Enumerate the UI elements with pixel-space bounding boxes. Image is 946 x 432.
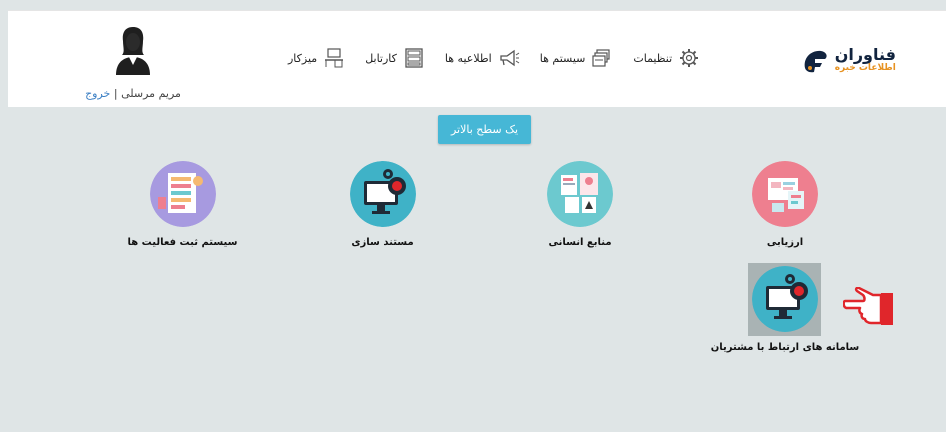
- user-name: مریم مرسلی: [121, 87, 181, 100]
- nav-announcements-label: اطلاعیه ها: [444, 51, 492, 65]
- tile-customer-relations-label: سامانه های ارتباط با مشتریان: [710, 342, 860, 353]
- tile-evaluation-label: ارزیابی: [766, 237, 804, 248]
- user-separator: |: [113, 87, 118, 100]
- customer-relations-icon: [752, 266, 818, 332]
- top-header: فناوران اطلاعات خبره تنظیمات سیستم ها اط…: [8, 10, 946, 108]
- logo-mark-icon: [804, 50, 827, 72]
- nav-systems[interactable]: سیستم ها: [540, 47, 614, 69]
- nav-announcements[interactable]: اطلاعیه ها: [445, 47, 520, 69]
- tile-customer-relations[interactable]: سامانه های ارتباط با مشتریان: [705, 266, 865, 353]
- nav-cartable[interactable]: کارتابل: [365, 47, 425, 69]
- main-nav: تنظیمات سیستم ها اطلاعیه ها کارتابل میزک…: [288, 47, 700, 69]
- folders-icon: [592, 49, 610, 67]
- human-resources-icon: [547, 161, 613, 227]
- nav-cartable-label: کارتابل: [365, 51, 397, 65]
- nav-systems-label: سیستم ها: [539, 51, 586, 65]
- user-avatar-icon: [116, 27, 150, 75]
- tile-activity-log[interactable]: سیستم ثبت فعالیت ها: [120, 161, 245, 248]
- nav-settings[interactable]: تنظیمات: [633, 47, 700, 69]
- cabinet-icon: [405, 48, 423, 68]
- nav-desk-label: میزکار: [288, 51, 318, 65]
- tile-documentation-label: مستند سازی: [351, 237, 414, 248]
- user-line: مریم مرسلی | خروج: [78, 87, 188, 100]
- level-up-button[interactable]: یک سطح بالاتر: [438, 115, 531, 144]
- logo-text: فناوران اطلاعات خبره: [835, 47, 896, 74]
- logo-sub-text: اطلاعات خبره: [834, 63, 896, 73]
- documentation-icon: [349, 161, 416, 227]
- gear-icon: [680, 49, 699, 67]
- nav-settings-label: تنظیمات: [633, 51, 673, 65]
- megaphone-icon: [500, 49, 519, 67]
- desk-icon: [325, 48, 344, 68]
- pointing-hand-icon: [843, 287, 893, 325]
- tile-human-resources[interactable]: منابع انسانی: [520, 161, 640, 248]
- logout-link[interactable]: خروج: [85, 87, 110, 100]
- tile-evaluation[interactable]: ارزیابی: [740, 161, 830, 248]
- activity-log-icon: [149, 161, 216, 227]
- company-logo[interactable]: فناوران اطلاعات خبره: [801, 47, 896, 74]
- user-panel: مریم مرسلی | خروج: [78, 25, 188, 100]
- tile-activity-log-label: سیستم ثبت فعالیت ها: [127, 237, 238, 248]
- logo-main-text: فناوران: [834, 45, 896, 64]
- tile-human-resources-label: منابع انسانی: [548, 237, 612, 248]
- evaluation-icon: [752, 161, 818, 227]
- tile-documentation[interactable]: مستند سازی: [325, 161, 440, 248]
- nav-desk[interactable]: میزکار: [288, 47, 345, 69]
